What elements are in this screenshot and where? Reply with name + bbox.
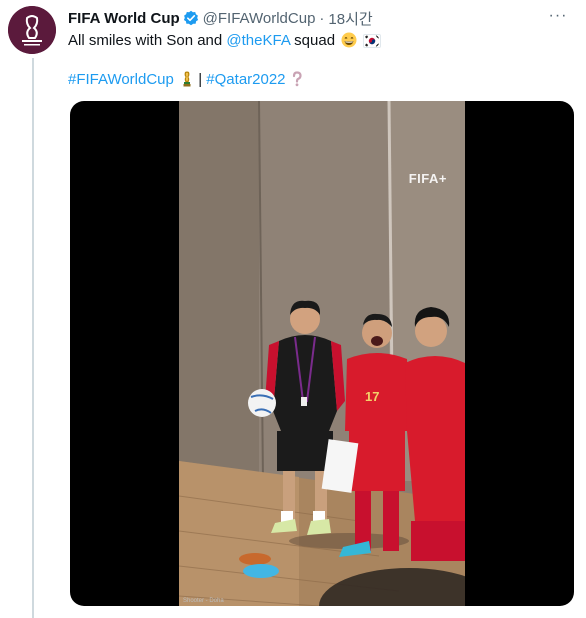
hashtag-fifaworldcup[interactable]: #FIFAWorldCup [68,71,174,88]
hashtag-line: #FIFAWorldCup | #Qatar2022 [68,70,302,93]
hashtag-qatar2022[interactable]: #Qatar2022 [206,71,285,88]
tweet-text: All smiles with Son and @theKFA squad [68,31,382,54]
author-name[interactable]: FIFA World Cup [68,10,180,27]
author-handle[interactable]: @FIFAWorldCup [203,10,316,27]
verified-badge-icon [183,10,199,26]
video-caption: Shooter - Doha [183,598,224,604]
more-options-icon[interactable]: ··· [546,6,570,26]
question-mark-emoji [292,71,302,93]
qatar-2022-logo-icon [8,6,56,54]
tweet-header: FIFA World Cup @FIFAWorldCup · 18시간 [68,8,546,28]
video-frame[interactable]: 17 7 FIFA+ Shooter - Doha [179,101,465,606]
tweet-text-after: squad [290,32,336,49]
separator-dot: · [319,9,325,27]
fifa-plus-watermark: FIFA+ [408,171,447,186]
mention-link[interactable]: @theKFA [226,32,290,49]
avatar[interactable] [8,6,56,54]
thread-line [32,58,34,618]
video-player[interactable]: 17 7 FIFA+ Shooter - Doha [70,101,574,606]
hashtag-separator: | [198,71,203,88]
svg-text:17: 17 [365,389,379,404]
grinning-face-emoji [341,32,357,54]
tweet-text-before: All smiles with Son and [68,32,227,49]
trophy-emoji [180,71,194,93]
south-korea-flag-emoji [363,34,382,54]
tweet-time[interactable]: 18시간 [328,8,372,29]
